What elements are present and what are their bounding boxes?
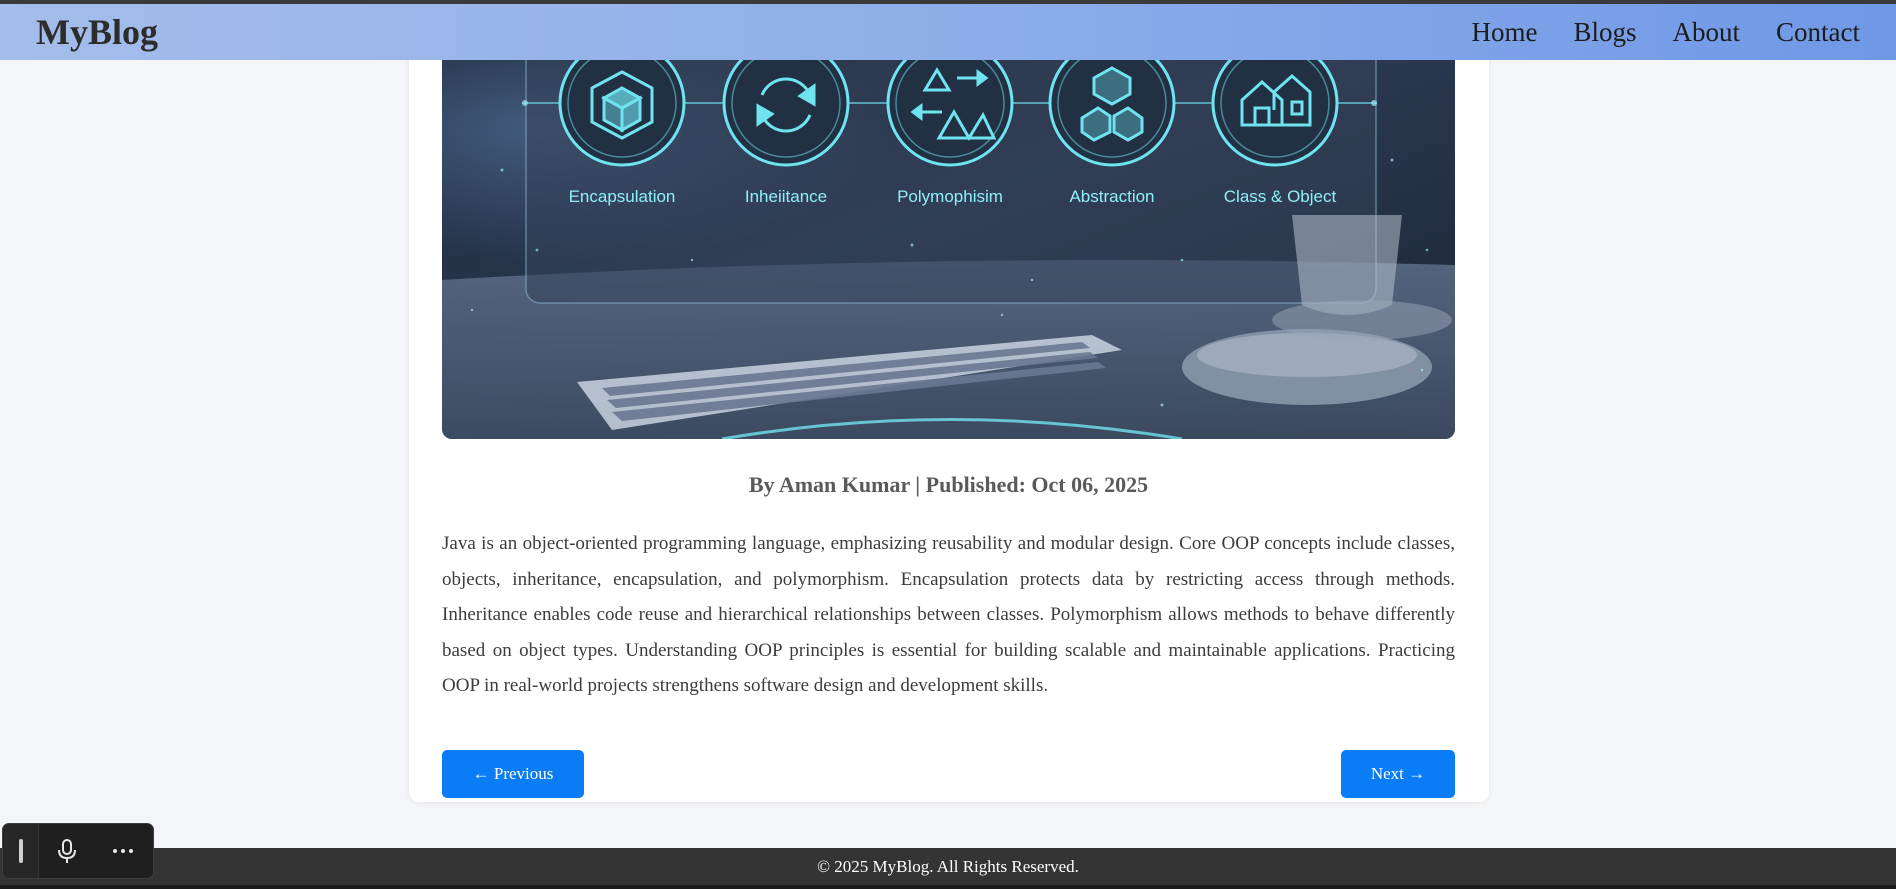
more-icon[interactable] <box>95 824 151 878</box>
post-hero-image: Encapsulation Inheiitance Polymophisim A… <box>442 50 1455 439</box>
navbar: MyBlog Home Blogs About Contact <box>0 4 1896 60</box>
next-button[interactable]: Next → <box>1341 750 1455 798</box>
hero-illustration: Encapsulation Inheiitance Polymophisim A… <box>442 50 1455 439</box>
nav-link-home[interactable]: Home <box>1472 17 1538 48</box>
nav-link-blogs[interactable]: Blogs <box>1573 17 1636 48</box>
site-logo[interactable]: MyBlog <box>36 11 158 53</box>
nav-link-about[interactable]: About <box>1673 17 1741 48</box>
microphone-icon[interactable] <box>39 824 95 878</box>
post-byline: By Aman Kumar | Published: Oct 06, 2025 <box>748 472 1149 497</box>
footer-copyright: © 2025 MyBlog. All Rights Reserved. <box>817 856 1079 876</box>
taskbar-edge <box>0 885 1896 889</box>
footer: © 2025 MyBlog. All Rights Reserved. <box>0 848 1896 885</box>
hero-label-inheritance: Inheiitance <box>745 187 827 206</box>
hero-label-abstraction: Abstraction <box>1069 187 1154 206</box>
previous-button[interactable]: ← Previous <box>442 750 584 798</box>
hero-label-polymorphism: Polymophisim <box>897 187 1003 206</box>
hero-label-class-object: Class & Object <box>1224 187 1337 206</box>
voice-input-toolbar <box>2 823 154 879</box>
post-body: Java is an object-oriented programming l… <box>442 533 1455 696</box>
drag-handle-icon[interactable] <box>3 824 39 878</box>
nav-links: Home Blogs About Contact <box>1472 17 1861 48</box>
nav-link-contact[interactable]: Contact <box>1776 17 1860 48</box>
hero-label-encapsulation: Encapsulation <box>569 187 676 206</box>
